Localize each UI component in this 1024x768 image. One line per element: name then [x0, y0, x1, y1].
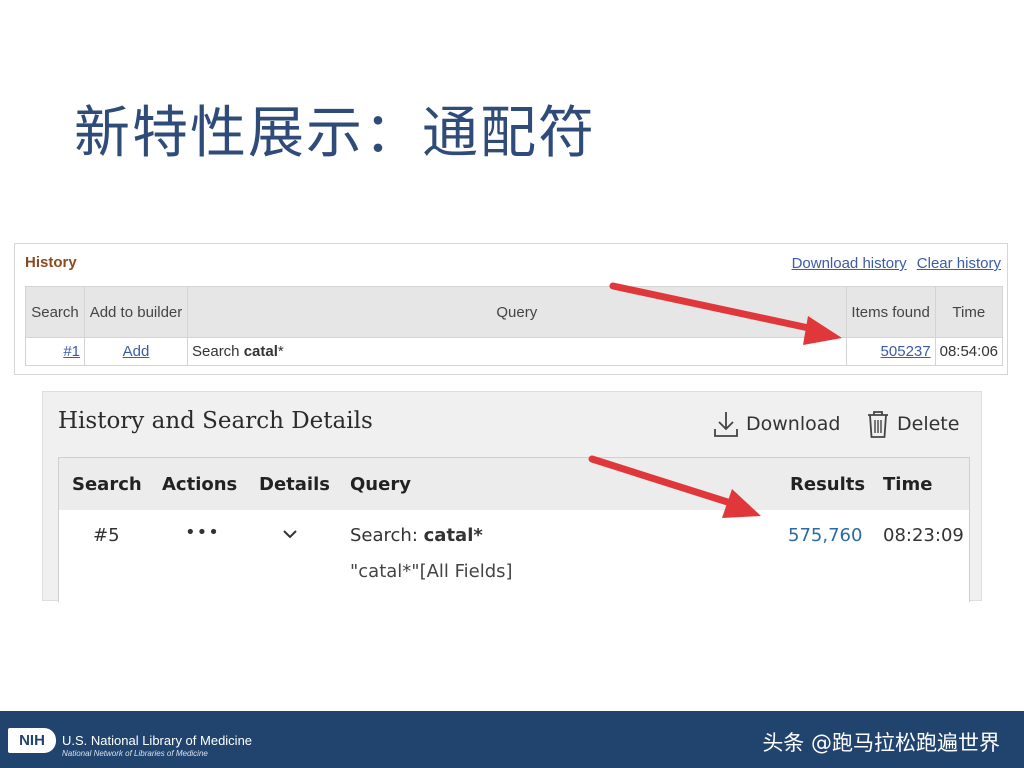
- legacy-col-time: Time: [934, 286, 1004, 338]
- legacy-row-items-cell: 505237: [845, 337, 936, 366]
- nlm-name: U.S. National Library of Medicine: [62, 733, 253, 748]
- legacy-history-links: Download history Clear history: [786, 255, 1001, 272]
- query-suffix: *: [277, 343, 284, 360]
- details-toggle-button[interactable]: [282, 524, 298, 545]
- legacy-row-search-cell: #1: [25, 337, 85, 366]
- history-table-header: Search Actions Details Query Results Tim…: [59, 458, 969, 510]
- actions-menu-button[interactable]: •••: [185, 522, 220, 543]
- legacy-history-table: Search Add to builder Query Items found …: [25, 286, 1004, 366]
- download-label: Download: [746, 413, 841, 435]
- nlm-subtitle: National Network of Libraries of Medicin…: [62, 749, 208, 758]
- col-actions: Actions: [162, 474, 238, 495]
- footer-bar: NIH U.S. National Library of Medicine Na…: [0, 711, 1024, 768]
- legacy-row-time: 08:54:06: [934, 337, 1004, 366]
- col-query: Query: [350, 474, 411, 495]
- row-query-detail: "catal*"[All Fields]: [350, 561, 513, 582]
- query-prefix: Search: [192, 343, 240, 360]
- col-details: Details: [259, 474, 330, 495]
- row-time: 08:23:09: [883, 525, 964, 546]
- results-count-link[interactable]: 575,760: [788, 525, 862, 546]
- watermark-text: 头条 @跑马拉松跑遍世界: [762, 731, 1000, 755]
- col-time: Time: [883, 474, 933, 495]
- chevron-down-icon: [283, 530, 297, 539]
- legacy-col-items-found: Items found: [845, 286, 936, 338]
- history-search-details-panel: History and Search Details Download Dele…: [42, 391, 982, 602]
- table-row: #1 Add Search catal* 505237 08:54:06: [25, 337, 1004, 366]
- row-search-number: #5: [93, 525, 120, 546]
- download-history-link[interactable]: Download history: [792, 255, 907, 272]
- legacy-history-panel: History Download history Clear history S…: [14, 243, 1008, 375]
- legacy-row-query-cell: Search catal*: [187, 337, 847, 366]
- legacy-col-add-to-builder: Add to builder: [84, 286, 188, 338]
- legacy-row-add-cell: Add: [84, 337, 188, 366]
- download-button[interactable]: Download: [713, 408, 840, 440]
- legacy-col-query: Query: [187, 286, 847, 338]
- items-found-link[interactable]: 505237: [881, 343, 931, 360]
- search-number-link[interactable]: #1: [63, 343, 80, 360]
- delete-label: Delete: [897, 413, 960, 435]
- query-term: catal: [243, 343, 278, 360]
- legacy-col-search: Search: [25, 286, 85, 338]
- slide-title: 新特性展示：通配符: [74, 101, 596, 166]
- query-term: catal*: [423, 525, 483, 546]
- legacy-history-title: History: [25, 254, 77, 271]
- row-query: Search: catal*: [350, 525, 483, 546]
- nih-logo: NIH: [8, 728, 56, 753]
- history-details-title: History and Search Details: [58, 408, 373, 434]
- download-icon: [714, 412, 738, 437]
- col-search: Search: [72, 474, 142, 495]
- col-results: Results: [790, 474, 866, 495]
- clear-history-link[interactable]: Clear history: [917, 255, 1001, 272]
- query-prefix: Search:: [350, 525, 418, 546]
- history-table: Search Actions Details Query Results Tim…: [58, 457, 970, 602]
- legacy-table-header: Search Add to builder Query Items found …: [25, 286, 1004, 338]
- delete-button[interactable]: Delete: [866, 408, 959, 440]
- trash-icon: [868, 411, 888, 438]
- add-to-builder-link[interactable]: Add: [123, 343, 150, 360]
